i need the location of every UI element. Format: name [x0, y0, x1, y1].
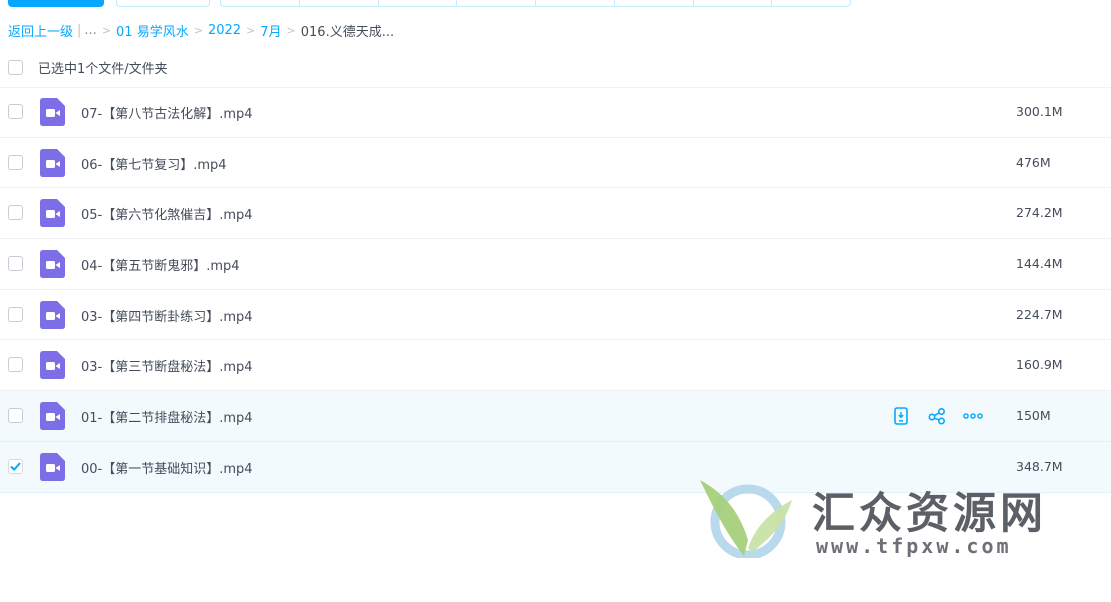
toolbar-button[interactable]	[379, 0, 458, 6]
file-row[interactable]: 04-【第五节断鬼邪】.mp4 144.4M	[0, 239, 1111, 290]
video-file-icon	[40, 402, 65, 431]
row-checkbox[interactable]	[8, 458, 23, 474]
file-size: 300.1M	[1016, 104, 1063, 119]
video-file-icon	[40, 351, 65, 380]
toolbar-button[interactable]	[300, 0, 379, 6]
file-row[interactable]: 03-【第三节断盘秘法】.mp4 160.9M	[0, 340, 1111, 392]
toolbar-button[interactable]	[221, 0, 300, 6]
more-icon	[963, 413, 983, 419]
watermark-title: 汇众资源网	[812, 489, 1047, 539]
file-row[interactable]: 03-【第四节断卦练习】.mp4 224.7M	[0, 290, 1111, 341]
save-to-phone-button[interactable]	[890, 406, 912, 426]
toolbar-button[interactable]	[772, 0, 850, 6]
breadcrumb-separator: >	[193, 23, 203, 37]
breadcrumb-separator: >	[286, 23, 296, 37]
toolbar-button[interactable]	[694, 0, 773, 6]
breadcrumb: 返回上一级 | ... > 01 易学风水 > 2022 > 7月 > 016.…	[8, 21, 395, 40]
file-size: 144.4M	[1016, 256, 1063, 272]
file-list: 07-【第八节古法化解】.mp4 300.1M 06-【第七节复习】.mp4 476M…	[0, 87, 1111, 493]
file-row[interactable]: 05-【第六节化煞催吉】.mp4 274.2M	[0, 188, 1111, 240]
breadcrumb-separator: >	[246, 23, 256, 37]
file-size: 224.7M	[1016, 306, 1063, 322]
file-size: 476M	[1016, 154, 1051, 170]
phone-download-icon	[894, 407, 908, 425]
new-folder-button[interactable]	[116, 0, 210, 7]
file-row[interactable]: 01-【第二节排盘秘法】.mp4 150M	[0, 391, 1111, 442]
share-icon	[928, 407, 946, 425]
row-actions	[890, 406, 984, 426]
video-file-icon	[40, 452, 65, 481]
file-name[interactable]: 04-【第五节断鬼邪】.mp4	[81, 255, 240, 274]
file-name[interactable]: 07-【第八节古法化解】.mp4	[81, 103, 253, 122]
toolbar-button[interactable]	[457, 0, 536, 6]
row-checkbox[interactable]	[8, 104, 23, 119]
toolbar-button[interactable]	[615, 0, 694, 6]
share-button[interactable]	[926, 406, 948, 426]
row-checkbox[interactable]	[8, 408, 23, 424]
upload-button[interactable]	[8, 0, 104, 7]
watermark-url: www.tfpxw.com	[816, 534, 1012, 558]
video-file-icon	[40, 199, 65, 228]
file-row[interactable]: 06-【第七节复习】.mp4 476M	[0, 138, 1111, 189]
breadcrumb-current: 016.义德天成...	[300, 24, 395, 40]
breadcrumb-ellipsis[interactable]: ...	[84, 23, 96, 38]
more-button[interactable]	[962, 406, 984, 426]
file-name[interactable]: 03-【第三节断盘秘法】.mp4	[81, 356, 253, 375]
selection-count-label: 已选中1个文件/文件夹	[38, 62, 168, 77]
toolbar-button[interactable]	[536, 0, 615, 6]
breadcrumb-item-year[interactable]: 2022	[208, 23, 241, 38]
file-size: 160.9M	[1016, 357, 1063, 373]
breadcrumb-item-month[interactable]: 7月	[260, 21, 281, 40]
toolbar-button-group	[220, 0, 851, 7]
select-all-checkbox[interactable]	[8, 60, 23, 75]
breadcrumb-separator: >	[101, 23, 112, 37]
file-name[interactable]: 00-【第一节基础知识】.mp4	[81, 458, 253, 477]
file-size: 348.7M	[1016, 458, 1063, 474]
file-row[interactable]: 07-【第八节古法化解】.mp4 300.1M	[0, 87, 1111, 138]
row-checkbox[interactable]	[8, 205, 23, 221]
back-link[interactable]: 返回上一级	[8, 21, 73, 40]
file-size: 150M	[1016, 408, 1051, 424]
breadcrumb-divider: |	[77, 22, 82, 38]
row-checkbox[interactable]	[8, 154, 23, 170]
video-file-icon	[40, 250, 65, 279]
file-name[interactable]: 05-【第六节化煞催吉】.mp4	[81, 204, 253, 223]
video-file-icon	[40, 300, 65, 329]
video-file-icon	[40, 148, 65, 177]
file-size: 274.2M	[1016, 205, 1063, 221]
select-all-row: 已选中1个文件/文件夹	[0, 52, 1111, 88]
toolbar	[0, 0, 1111, 10]
file-name[interactable]: 03-【第四节断卦练习】.mp4	[81, 306, 253, 325]
watermark-logo-icon	[700, 480, 792, 558]
video-file-icon	[40, 98, 65, 126]
breadcrumb-item-folder[interactable]: 01 易学风水	[116, 21, 189, 40]
row-checkbox[interactable]	[8, 256, 23, 272]
row-checkbox[interactable]	[8, 357, 23, 373]
file-name[interactable]: 01-【第二节排盘秘法】.mp4	[81, 407, 253, 426]
watermark: 汇众资源网 www.tfpxw.com	[700, 478, 1080, 568]
file-name[interactable]: 06-【第七节复习】.mp4	[81, 154, 227, 173]
row-checkbox[interactable]	[8, 306, 23, 322]
